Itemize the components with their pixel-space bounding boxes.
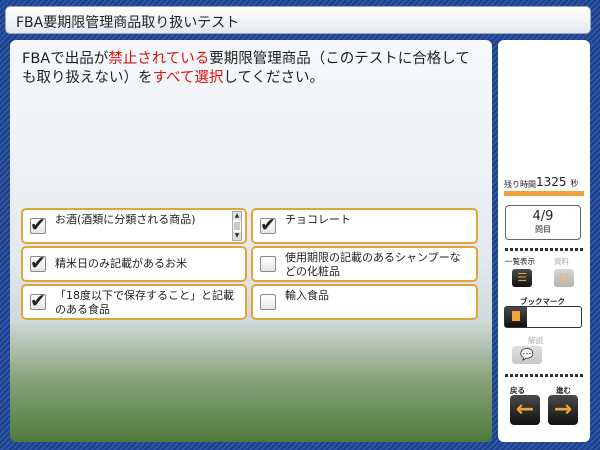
option-label: お酒(酒類に分類される商品) [55, 213, 196, 226]
list-button[interactable]: ☰ [512, 269, 532, 287]
question-text: FBAで出品が禁止されている要期限管理商品（このテストに合格しても取り扱えない）… [22, 50, 482, 88]
time-bar [504, 191, 584, 196]
checkbox[interactable]: ✔ [260, 214, 276, 236]
option-label: 「18度以下で保存すること」と記載のある食品 [55, 289, 234, 316]
checkbox[interactable]: ✔ [30, 252, 46, 274]
arrow-left-icon: ← [515, 397, 535, 422]
question-emphasis: すべて選択 [152, 70, 224, 86]
divider [505, 374, 583, 377]
check-mark-icon: ✔ [260, 214, 276, 236]
divider [505, 248, 583, 251]
checkbox[interactable]: ✔ [30, 290, 46, 312]
time-unit: 秒 [570, 179, 579, 188]
checkbox[interactable]: ✔ [30, 214, 46, 236]
explain-button[interactable]: 💬 [512, 346, 542, 364]
option-rice[interactable]: ✔ 精米日のみ記載があるお米 [21, 246, 247, 282]
check-mark-icon: ✔ [30, 290, 46, 312]
progress-box: 4/9 問目 [505, 205, 581, 240]
question-panel: FBAで出品が禁止されている要期限管理商品（このテストに合格しても取り扱えない）… [10, 40, 492, 442]
option-alcohol[interactable]: ✔ お酒(酒類に分類される商品) ▲ ▼ [21, 208, 247, 244]
option-chocolate[interactable]: ✔ チョコレート [251, 208, 478, 244]
scroll-thumb[interactable] [234, 222, 240, 230]
progress-count: 4/9 [532, 209, 554, 224]
check-mark-icon: ✔ [30, 214, 46, 236]
option-label: チョコレート [285, 213, 351, 226]
arrow-right-icon: → [553, 397, 573, 422]
time-value: 1325 [536, 175, 567, 189]
scroll-down-icon[interactable]: ▼ [233, 232, 241, 240]
title-bar: FBA要期限管理商品取り扱いテスト [5, 6, 591, 34]
question-part: FBAで出品が [22, 51, 109, 67]
progress-label: 問目 [535, 225, 551, 234]
option-label: 精米日のみ記載があるお米 [55, 257, 187, 270]
back-button[interactable]: ← [510, 395, 540, 425]
explain-label: 解説 [528, 336, 543, 345]
question-emphasis: 禁止されている [108, 51, 210, 67]
checkbox[interactable] [260, 294, 276, 310]
speech-bubble-icon: 💬 [520, 348, 534, 361]
sidebar: 残り時間 1325 秒 4/9 問目 一覧表示 資料 ☰ ▤ ブックマーク 解説… [498, 40, 590, 442]
bookmark-toggle[interactable] [504, 306, 582, 328]
option-chilled-food[interactable]: ✔ 「18度以下で保存すること」と記載のある食品 [21, 284, 247, 320]
list-label: 一覧表示 [505, 257, 535, 266]
option-shampoo[interactable]: 使用期限の記載のあるシャンプーなどの化粧品 [251, 246, 478, 282]
list-icon: ☰ [517, 271, 527, 284]
material-label: 資料 [554, 257, 569, 266]
option-label: 輸入食品 [285, 289, 329, 302]
check-mark-icon: ✔ [30, 252, 46, 274]
page-title: FBA要期限管理商品取り扱いテスト [16, 15, 240, 31]
document-icon: ▤ [558, 271, 570, 284]
option-scrollbar[interactable]: ▲ ▼ [232, 211, 242, 241]
next-button[interactable]: → [548, 395, 578, 425]
option-imported-food[interactable]: 輸入食品 [251, 284, 478, 320]
checkbox[interactable] [260, 256, 276, 272]
question-part: してください。 [223, 70, 325, 86]
material-button[interactable]: ▤ [554, 269, 574, 287]
time-label: 残り時間 [504, 180, 536, 189]
option-label: 使用期限の記載のあるシャンプーなどの化粧品 [285, 251, 461, 278]
bookmark-icon [505, 307, 527, 327]
time-remaining: 1325 秒 [536, 175, 578, 189]
scroll-up-icon[interactable]: ▲ [233, 212, 241, 220]
